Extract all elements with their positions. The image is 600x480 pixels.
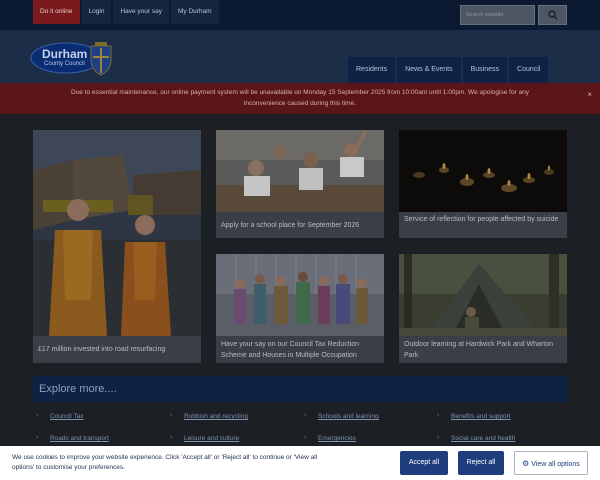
card-caption: Have your say on our Council Tax Reducti… — [221, 341, 360, 359]
cookie-text: We use cookies to improve your website e… — [12, 454, 318, 471]
arrow-icon: › — [437, 412, 440, 419]
site-header: Durham County Council Residents News & E… — [0, 30, 600, 83]
nav-residents[interactable]: Residents — [348, 57, 396, 83]
accept-all-button[interactable]: Accept all — [400, 451, 448, 475]
banner-close-button[interactable]: × — [587, 89, 592, 100]
login-link[interactable]: Login — [81, 0, 112, 24]
card-road-resurfacing[interactable]: £17 million invested into road resurfaci… — [33, 130, 201, 363]
maintenance-banner: Due to essential maintenance, our online… — [0, 83, 600, 114]
utility-bar: Do it online Login Have your say My Durh… — [0, 0, 600, 30]
card-caption: Apply for a school place for September 2… — [221, 222, 360, 229]
link-emergencies[interactable]: Emergencies — [318, 435, 356, 442]
classroom-photo — [216, 130, 384, 212]
have-your-say-link[interactable]: Have your say — [113, 0, 169, 24]
woodland-shelter-photo — [399, 254, 567, 336]
link-leisure-culture[interactable]: Leisure and culture — [184, 435, 239, 442]
card-caption: Service of reflection for people affecte… — [404, 216, 559, 223]
explore-heading: Explore more.... — [33, 376, 567, 402]
search-button[interactable] — [538, 5, 567, 25]
road-workers-photo — [33, 130, 201, 336]
link-rubbish-recycling[interactable]: Rubbish and recycling — [184, 413, 248, 420]
link-council-tax[interactable]: Council Tax — [50, 413, 83, 420]
card-service-reflection[interactable]: Service of reflection for people affecte… — [399, 130, 567, 238]
people-illustration — [216, 254, 384, 336]
card-caption: Outdoor learning at Hardwick Park and Wh… — [404, 341, 554, 359]
view-all-options-button[interactable]: ⚙ View all options — [514, 451, 588, 475]
logo-subtitle: County Council — [44, 61, 85, 67]
card-council-tax-reduction[interactable]: Have your say on our Council Tax Reducti… — [216, 254, 384, 363]
arrow-icon: › — [304, 434, 307, 441]
arrow-icon: › — [36, 412, 39, 419]
arrow-icon: › — [170, 434, 173, 441]
my-durham-link[interactable]: My Durham — [170, 0, 219, 24]
utility-links: Do it online Login Have your say My Durh… — [33, 0, 221, 24]
durham-logo[interactable]: Durham County Council — [30, 39, 116, 79]
search-icon — [547, 10, 558, 20]
link-benefits-support[interactable]: Benefits and support — [451, 413, 511, 420]
card-outdoor-learning[interactable]: Outdoor learning at Hardwick Park and Wh… — [399, 254, 567, 363]
card-caption: £17 million invested into road resurfaci… — [38, 346, 166, 353]
view-all-options-label: View all options — [531, 461, 580, 468]
banner-text: Due to essential maintenance, our online… — [70, 89, 530, 107]
arrow-icon: › — [437, 434, 440, 441]
nav-business[interactable]: Business — [462, 57, 508, 83]
main-nav: Residents News & Events Business Council — [348, 57, 549, 83]
page: Do it online Login Have your say My Durh… — [0, 0, 600, 480]
arrow-icon: › — [170, 412, 173, 419]
reject-all-button[interactable]: Reject all — [458, 451, 504, 475]
cookie-banner: We use cookies to improve your website e… — [0, 446, 600, 480]
search-input[interactable]: Search website — [460, 5, 535, 25]
nav-news-events[interactable]: News & Events — [397, 57, 461, 83]
gear-icon: ⚙ — [522, 459, 530, 468]
nav-council[interactable]: Council — [509, 57, 549, 83]
do-it-online-link[interactable]: Do it online — [33, 0, 80, 24]
card-school-place[interactable]: Apply for a school place for September 2… — [216, 130, 384, 238]
logo-title: Durham — [42, 47, 88, 61]
link-roads-transport[interactable]: Roads and transport — [50, 435, 109, 442]
candles-photo — [399, 130, 567, 212]
arrow-icon: › — [304, 412, 307, 419]
link-schools-learning[interactable]: Schools and learning — [318, 413, 379, 420]
arrow-icon: › — [36, 434, 39, 441]
link-social-care-health[interactable]: Social care and health — [451, 435, 515, 442]
